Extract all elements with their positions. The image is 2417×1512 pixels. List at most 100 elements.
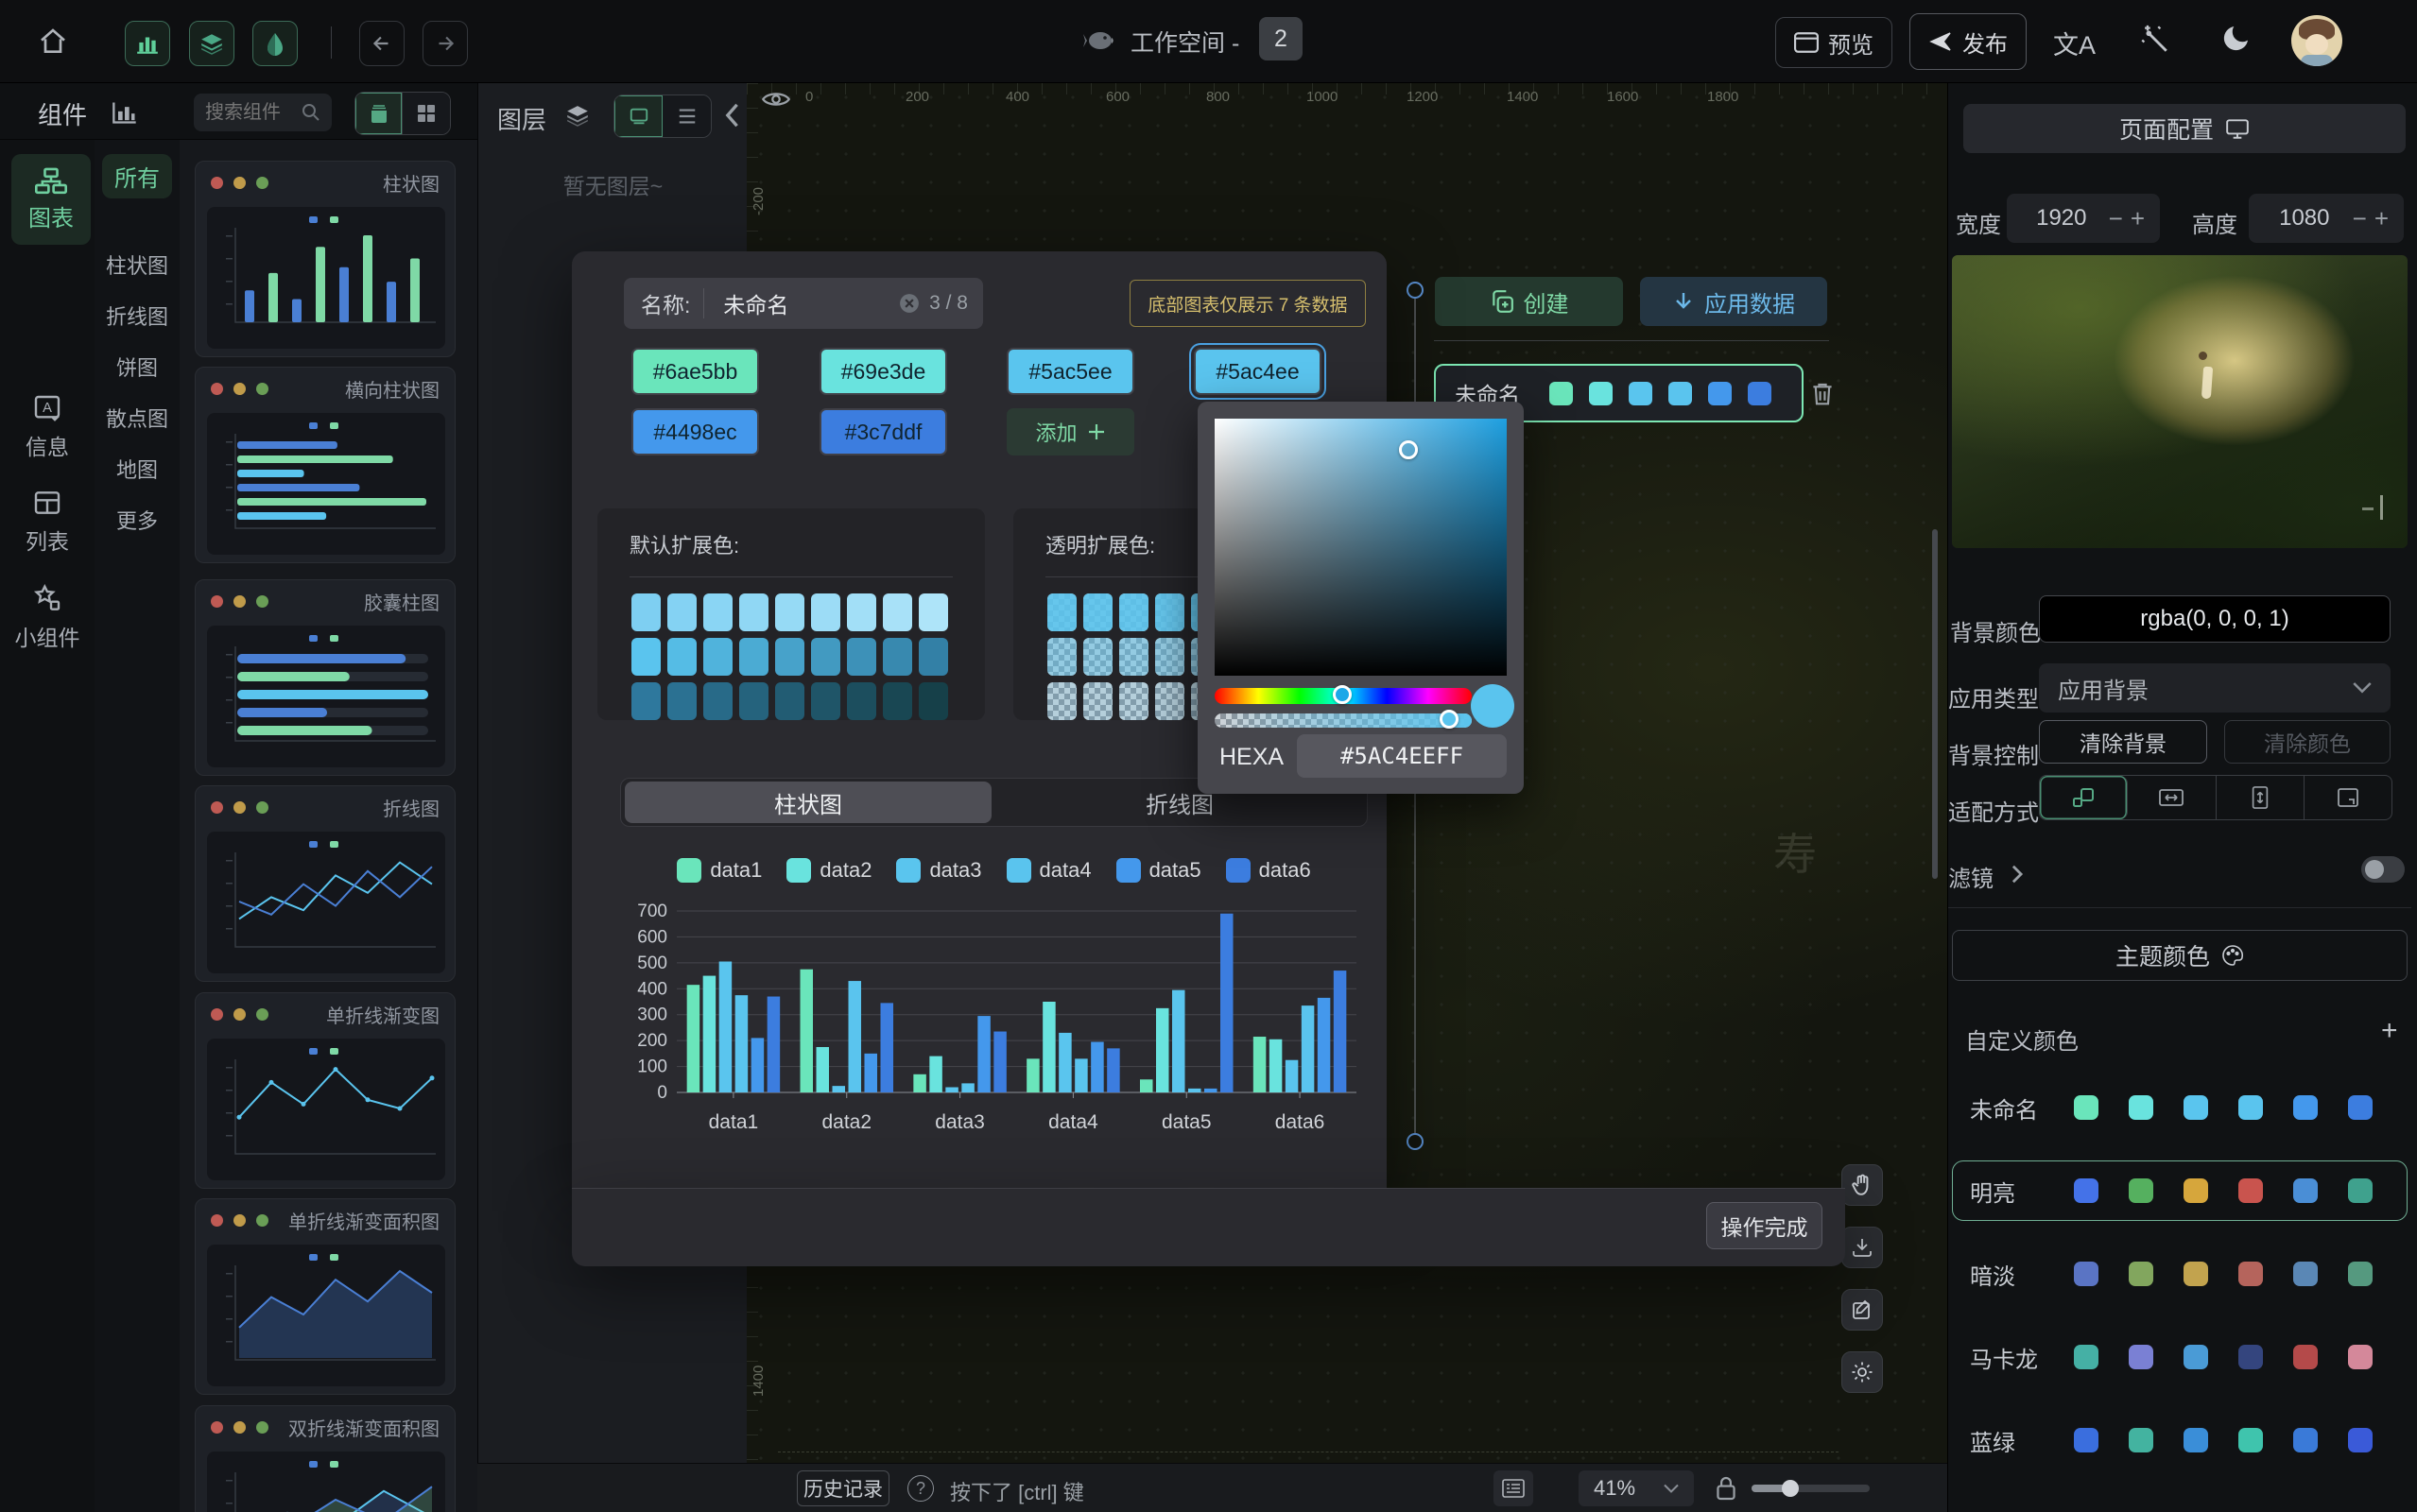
settings-button[interactable]: [1841, 1351, 1883, 1393]
hex-input[interactable]: [1297, 734, 1507, 778]
extended-color-cell[interactable]: [703, 682, 733, 720]
bg-color-field[interactable]: rgba(0, 0, 0, 1): [2039, 595, 2391, 643]
filter-expand-icon[interactable]: [2011, 864, 2024, 885]
extended-color-cell[interactable]: [667, 593, 697, 631]
sidebar-item-info[interactable]: A 信息: [0, 393, 95, 461]
chart-tool-button[interactable]: [125, 21, 170, 66]
hue-handle[interactable]: [1333, 685, 1352, 704]
clear-background-button[interactable]: 清除背景: [2039, 720, 2207, 764]
undo-button[interactable]: [359, 21, 405, 66]
color-chip[interactable]: #4498ec: [631, 408, 759, 455]
layers-tool-button[interactable]: [189, 21, 234, 66]
extended-color-cell[interactable]: [775, 593, 804, 631]
avatar[interactable]: [2291, 15, 2342, 66]
extended-color-cell[interactable]: [811, 593, 840, 631]
shortcut-panel-button[interactable]: [1493, 1470, 1533, 1506]
collapse-panel-icon[interactable]: [722, 102, 741, 129]
extended-color-cell[interactable]: [631, 638, 661, 676]
filter-item[interactable]: 折线图: [95, 301, 180, 331]
transparent-color-cell[interactable]: [1155, 593, 1184, 631]
extended-color-cell[interactable]: [919, 638, 948, 676]
height-stepper[interactable]: 1080 − +: [2249, 194, 2404, 243]
fit-fullscreen-button[interactable]: [2305, 776, 2391, 819]
height-minus[interactable]: −: [2347, 204, 2373, 233]
filter-item[interactable]: 更多: [95, 505, 180, 535]
thumbnail-card[interactable]: 折线图: [195, 785, 456, 982]
zoom-slider-handle[interactable]: [1782, 1480, 1799, 1497]
extended-color-cell[interactable]: [703, 638, 733, 676]
height-plus[interactable]: +: [2373, 204, 2391, 233]
filter-toggle[interactable]: [2361, 856, 2405, 883]
redo-button[interactable]: [423, 21, 468, 66]
search-input[interactable]: [205, 102, 302, 124]
extended-color-cell[interactable]: [739, 682, 768, 720]
extended-color-cell[interactable]: [667, 682, 697, 720]
sidebar-item-list[interactable]: 列表: [0, 488, 95, 556]
saturation-value-area[interactable]: [1215, 419, 1507, 676]
extended-color-cell[interactable]: [631, 593, 661, 631]
transparent-color-cell[interactable]: [1155, 638, 1184, 676]
transparent-color-cell[interactable]: [1083, 593, 1113, 631]
transparent-color-cell[interactable]: [1083, 682, 1113, 720]
legend-item[interactable]: data1: [677, 858, 762, 883]
extended-color-cell[interactable]: [775, 682, 804, 720]
theme-row-蓝绿[interactable]: 蓝绿: [1952, 1410, 2408, 1470]
done-button[interactable]: 操作完成: [1706, 1202, 1822, 1249]
magic-wand-icon[interactable]: [2138, 23, 2170, 55]
legend-item[interactable]: data5: [1116, 858, 1201, 883]
legend-item[interactable]: data2: [786, 858, 872, 883]
fit-width-button[interactable]: [2128, 776, 2216, 819]
transparent-color-cell[interactable]: [1047, 593, 1077, 631]
extended-color-cell[interactable]: [811, 638, 840, 676]
theme-tool-button[interactable]: [252, 21, 298, 66]
extended-color-cell[interactable]: [883, 682, 912, 720]
extended-color-cell[interactable]: [847, 682, 876, 720]
grid-view-button[interactable]: [403, 93, 450, 134]
thumbnail-card[interactable]: 双折线渐变面积图: [195, 1405, 456, 1512]
width-minus[interactable]: −: [2103, 204, 2129, 233]
transparent-color-cell[interactable]: [1119, 638, 1148, 676]
alpha-handle[interactable]: [1440, 710, 1459, 729]
help-icon[interactable]: ?: [907, 1475, 934, 1502]
thumbnail-card[interactable]: 单折线渐变图: [195, 992, 456, 1189]
extended-color-cell[interactable]: [847, 638, 876, 676]
legend-item[interactable]: data6: [1226, 858, 1311, 883]
eye-icon[interactable]: [762, 89, 790, 110]
tab-bar-chart[interactable]: 柱状图: [625, 782, 992, 823]
transparent-color-cell[interactable]: [1155, 682, 1184, 720]
theme-row-未命名[interactable]: 未命名: [1952, 1077, 2408, 1138]
transparent-color-cell[interactable]: [1119, 593, 1148, 631]
lock-zoom-icon[interactable]: [1716, 1475, 1736, 1502]
filter-item-active[interactable]: 所有: [102, 154, 172, 198]
theme-row-暗淡[interactable]: 暗淡: [1952, 1244, 2408, 1304]
filter-item[interactable]: 柱状图: [95, 249, 180, 280]
extended-color-cell[interactable]: [883, 638, 912, 676]
extended-color-cell[interactable]: [667, 638, 697, 676]
width-plus[interactable]: +: [2129, 204, 2147, 233]
clear-name-icon[interactable]: [899, 293, 920, 314]
name-input[interactable]: [723, 291, 899, 317]
translate-icon[interactable]: 文A: [2053, 25, 2096, 61]
thumbnail-card[interactable]: 单折线渐变面积图: [195, 1198, 456, 1395]
layer-list-view-button[interactable]: [663, 95, 711, 137]
extended-color-cell[interactable]: [919, 682, 948, 720]
extended-color-cell[interactable]: [739, 593, 768, 631]
transparent-color-cell[interactable]: [1047, 682, 1077, 720]
layer-screen-view-button[interactable]: [614, 95, 663, 137]
app-type-select[interactable]: 应用背景: [2039, 663, 2391, 713]
legend-item[interactable]: data3: [896, 858, 981, 883]
width-stepper[interactable]: 1920 − +: [2007, 194, 2160, 243]
thumbnail-card[interactable]: 胶囊柱图: [195, 579, 456, 776]
thumbnail-card[interactable]: 柱状图: [195, 161, 456, 357]
filter-item[interactable]: 饼图: [95, 352, 180, 382]
sidebar-item-charts[interactable]: 图表: [11, 154, 91, 245]
extended-color-cell[interactable]: [775, 638, 804, 676]
add-color-button[interactable]: 添加: [1007, 408, 1134, 455]
theme-row-马卡龙[interactable]: 马卡龙: [1952, 1327, 2408, 1387]
add-custom-color-button[interactable]: +: [2381, 1015, 2398, 1047]
transparent-color-cell[interactable]: [1047, 638, 1077, 676]
extended-color-cell[interactable]: [631, 682, 661, 720]
legend-item[interactable]: data4: [1007, 858, 1092, 883]
extended-color-cell[interactable]: [703, 593, 733, 631]
color-chip[interactable]: #69e3de: [820, 348, 947, 395]
